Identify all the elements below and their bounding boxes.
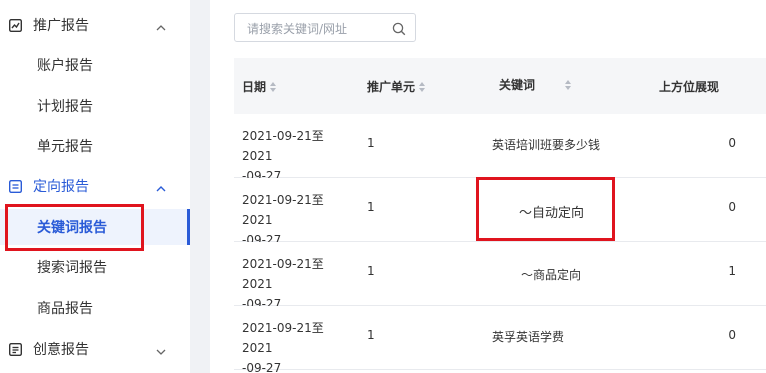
sidebar-item-product-report[interactable]: 商品报告: [0, 290, 190, 326]
top-impressions-cell: 1: [728, 264, 736, 278]
keyword-cell: 英孚英语学费: [492, 330, 565, 344]
sidebar-item-plan-report[interactable]: 计划报告: [0, 88, 190, 124]
highlight-box: [5, 204, 144, 251]
date-cell: 2021-09-21至2021 -09-27: [242, 126, 352, 186]
unit-cell: 1: [367, 200, 375, 214]
top-impressions-cell: 0: [728, 136, 736, 150]
chevron-up-icon[interactable]: [155, 19, 167, 31]
list-icon: [9, 179, 22, 193]
keyword-cell: 英语培训班要多少钱: [492, 138, 601, 152]
top-impressions-cell: 0: [728, 200, 736, 214]
sidebar-item-label: 账户报告: [37, 58, 93, 74]
column-header-keyword[interactable]: 关键词: [499, 76, 572, 93]
sidebar-item-search-term-report[interactable]: 搜索词报告: [0, 249, 190, 285]
search-placeholder: 请搜索关键词/网址: [247, 22, 348, 36]
keyword-cell: ～商品定向: [521, 268, 582, 282]
sidebar-item-label: 计划报告: [37, 99, 93, 115]
sort-icon[interactable]: [565, 79, 572, 90]
table-row: 2021-09-21至2021 -09-27 1 英孚英语学费 0: [234, 306, 766, 373]
column-header-label: 日期: [242, 80, 267, 94]
sort-icon[interactable]: [270, 81, 277, 92]
table-header: 日期 推广单元 关键词 上方位展现: [234, 58, 766, 114]
chevron-up-icon[interactable]: [155, 180, 167, 192]
date-line: 2021-09-21至2021: [242, 129, 324, 163]
highlight-box: [476, 177, 615, 241]
date-cell: 2021-09-21至2021 -09-27: [242, 190, 352, 250]
unit-cell: 1: [367, 328, 375, 342]
sidebar-item-label: 搜索词报告: [37, 260, 107, 276]
date-line: 2021-09-21至2021: [242, 193, 324, 227]
column-header-label: 推广单元: [367, 80, 416, 94]
sidebar-group-targeting-report[interactable]: 定向报告: [0, 168, 190, 204]
search-input[interactable]: 请搜索关键词/网址: [234, 13, 416, 42]
document-icon: [9, 342, 22, 356]
sidebar-group-creative-report[interactable]: 创意报告: [0, 331, 190, 367]
sidebar-group-label: 定向报告: [33, 179, 89, 195]
sidebar-group-label: 创意报告: [33, 342, 89, 358]
date-line: 2021-09-21至2021: [242, 321, 324, 355]
sidebar-group-label: 推广报告: [33, 18, 89, 34]
top-impressions-cell: 0: [728, 328, 736, 342]
sidebar-item-label: 单元报告: [37, 139, 93, 155]
sidebar-group-promotion-report[interactable]: 推广报告: [0, 7, 190, 43]
unit-cell: 1: [367, 264, 375, 278]
table-row: 2021-09-21至2021 -09-27 1 英语培训班要多少钱 0: [234, 114, 766, 183]
table-row: 2021-09-21至2021 -09-27 1 ～商品定向 1: [234, 242, 766, 311]
column-header-top-impressions[interactable]: 上方位展现: [659, 78, 719, 95]
sidebar: 推广报告 账户报告 计划报告 单元报告 定向报告 关键词报告 搜索词报告 商品报…: [0, 0, 190, 373]
column-header-date[interactable]: 日期: [242, 78, 277, 95]
chart-icon: [9, 18, 22, 32]
date-cell: 2021-09-21至2021 -09-27: [242, 318, 352, 373]
sidebar-item-account-report[interactable]: 账户报告: [0, 47, 190, 83]
sort-icon[interactable]: [419, 81, 426, 92]
search-icon[interactable]: [392, 21, 406, 36]
date-line: 2021-09-21至2021: [242, 257, 324, 291]
date-cell: 2021-09-21至2021 -09-27: [242, 254, 352, 314]
column-header-label: 关键词: [499, 78, 536, 92]
unit-cell: 1: [367, 136, 375, 150]
column-header-unit[interactable]: 推广单元: [367, 78, 426, 95]
column-header-label: 上方位展现: [659, 80, 720, 94]
sidebar-item-unit-report[interactable]: 单元报告: [0, 128, 190, 164]
date-line: -09-27: [242, 361, 282, 373]
sidebar-item-label: 商品报告: [37, 301, 93, 317]
chevron-down-icon[interactable]: [155, 343, 167, 355]
